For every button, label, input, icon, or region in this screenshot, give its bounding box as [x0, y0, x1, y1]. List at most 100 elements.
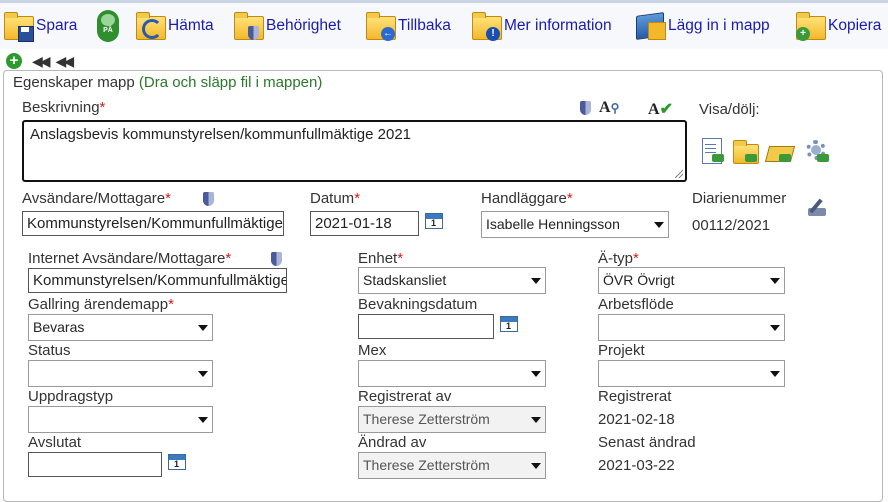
changed-by-label: Ändrad av	[358, 434, 427, 451]
calendar-icon[interactable]	[425, 213, 443, 229]
retention-select[interactable]: Bevaras	[28, 314, 213, 341]
section-title-text: Egenskaper mapp	[13, 74, 135, 91]
fetch-button[interactable]: Hämta	[134, 9, 214, 43]
more-info-button[interactable]: ! Mer information	[470, 9, 612, 43]
required-marker: *	[354, 190, 361, 207]
registered-by-select: Therese Zetterström	[358, 406, 546, 433]
registered-by-value: Therese Zetterström	[363, 411, 490, 427]
settings-gear-icon[interactable]	[804, 138, 830, 164]
spellcheck-icon[interactable]: A✔	[648, 99, 673, 119]
refresh-folder-icon	[134, 10, 166, 42]
closed-label: Avslutat	[28, 434, 82, 451]
case-type-label-text: Ä-typ	[598, 250, 634, 267]
status-select[interactable]	[28, 360, 213, 387]
save-button[interactable]: Spara	[2, 9, 77, 43]
sender-input[interactable]: Kommunstyrelsen/Kommunfullmäktige	[22, 211, 284, 236]
edit-signature-icon[interactable]	[806, 196, 828, 218]
chevron-down-icon	[525, 407, 545, 432]
description-permission-icon[interactable]	[580, 101, 591, 115]
mex-select[interactable]	[358, 360, 546, 387]
chevron-down-icon	[648, 212, 668, 237]
chevron-down-icon	[192, 315, 212, 340]
description-value: Anslagsbevis kommunstyrelsen/kommunfullm…	[30, 126, 412, 143]
description-textarea[interactable]: Anslagsbevis kommunstyrelsen/kommunfullm…	[22, 120, 687, 182]
retention-label: Gallring ärendemapp*	[28, 296, 174, 313]
date-label: Datum*	[310, 190, 360, 207]
fetch-label: Hämta	[168, 17, 214, 34]
date-input[interactable]: 2021-01-18	[310, 211, 419, 236]
required-marker: *	[99, 99, 106, 116]
required-marker: *	[397, 250, 404, 267]
copy-label: Kopiera	[828, 17, 882, 34]
add-icon[interactable]: +	[6, 53, 22, 69]
calendar-icon[interactable]	[168, 454, 186, 470]
find-text-icon[interactable]: A⚲	[599, 99, 619, 117]
handler-label: Handläggare*	[481, 190, 573, 207]
back-label: Tillbaka	[398, 17, 451, 34]
changed-by-select: Therese Zetterström	[358, 452, 546, 479]
monitoring-date-label: Bevakningsdatum	[358, 296, 478, 313]
envelope-icon[interactable]	[764, 138, 796, 164]
chevron-down-icon	[764, 315, 784, 340]
resize-handle[interactable]	[675, 170, 683, 178]
case-type-select[interactable]: ÖVR Övrigt	[598, 267, 785, 294]
internet-sender-permission-icon[interactable]	[271, 252, 282, 266]
back-button[interactable]: ← Tillbaka	[364, 9, 451, 43]
chevron-down-icon	[525, 453, 545, 478]
required-marker: *	[225, 250, 232, 267]
chevron-down-icon	[764, 361, 784, 386]
back-folder-icon: ←	[364, 10, 396, 42]
retention-label-text: Gallring ärendemapp	[28, 296, 169, 313]
required-marker: *	[165, 190, 171, 207]
sender-permission-icon[interactable]	[203, 192, 214, 206]
folder-view-icon[interactable]	[733, 138, 759, 164]
permissions-folder-icon	[232, 10, 264, 42]
unit-select[interactable]: Stadskansliet	[358, 267, 546, 294]
registered-value: 2021-02-18	[598, 411, 675, 428]
mex-label: Mex	[358, 342, 387, 359]
rewind-icon[interactable]: ◀◀	[32, 53, 50, 70]
copy-button[interactable]: + Kopiera	[794, 9, 881, 43]
status-label: Status	[28, 342, 71, 359]
permissions-label: Behörighet	[266, 17, 341, 34]
chevron-down-icon	[525, 361, 545, 386]
description-label: Beskrivning*	[22, 99, 105, 116]
assignment-type-label: Uppdragstyp	[28, 388, 114, 405]
chevron-down-icon	[764, 268, 784, 293]
status-toggle[interactable]: PÅ	[96, 9, 120, 43]
add-to-folder-button[interactable]: Lägg in i mapp	[634, 9, 770, 43]
description-label-text: Beskrivning	[22, 99, 100, 116]
chevron-down-icon	[525, 268, 545, 293]
project-select[interactable]	[598, 360, 785, 387]
registry-number-value: 00112/2021	[692, 217, 771, 234]
document-icon[interactable]	[699, 138, 725, 164]
unit-label-text: Enhet	[358, 250, 398, 267]
permissions-button[interactable]: Behörighet	[232, 9, 341, 43]
calendar-icon[interactable]	[500, 316, 518, 332]
sub-toolbar: + ◀◀ ◀◀	[6, 52, 74, 70]
add-to-folder-icon	[634, 10, 666, 42]
registry-number-label: Diarienummer	[692, 190, 787, 207]
workflow-select[interactable]	[598, 314, 785, 341]
required-marker: *	[633, 250, 639, 267]
internet-sender-input[interactable]: Kommunstyrelsen/Kommunfullmäktige	[28, 268, 287, 293]
save-label: Spara	[36, 17, 78, 34]
required-marker: *	[168, 296, 174, 313]
monitoring-date-input[interactable]	[358, 314, 494, 339]
handler-select[interactable]: Isabelle Henningsson	[481, 211, 669, 238]
more-info-label: Mer information	[504, 17, 612, 34]
changed-by-value: Therese Zetterström	[363, 457, 490, 473]
internet-sender-label: Internet Avsändare/Mottagare*	[28, 250, 231, 267]
project-label: Projekt	[598, 342, 645, 359]
assignment-type-select[interactable]	[28, 406, 213, 433]
sender-label: Avsändare/Mottagare*	[22, 190, 171, 207]
closed-date-input[interactable]	[28, 452, 162, 477]
copy-folder-icon: +	[794, 10, 826, 42]
unit-value: Stadskansliet	[363, 272, 447, 288]
status-badge: PÅ	[103, 27, 113, 34]
section-title: Egenskaper mapp (Dra och släpp fil i map…	[10, 74, 326, 91]
status-toggle-icon: PÅ	[96, 10, 120, 42]
previous-icon[interactable]: ◀◀	[56, 53, 74, 70]
last-changed-value: 2021-03-22	[598, 457, 675, 474]
info-folder-icon: !	[470, 10, 502, 42]
